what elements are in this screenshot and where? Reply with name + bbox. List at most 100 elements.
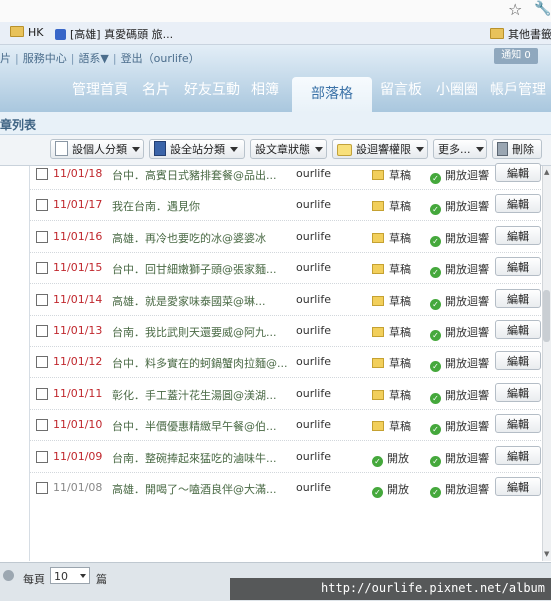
row-checkbox[interactable] <box>36 230 48 243</box>
set-permission-button[interactable]: 設迴響權限 <box>332 139 428 159</box>
comment-permission: ✓ 開放迴響 <box>430 387 489 404</box>
check-circle-icon: ✓ <box>430 455 441 467</box>
chevron-down-icon <box>132 147 140 152</box>
edit-button[interactable]: 編輯 <box>495 225 541 245</box>
row-checkbox[interactable] <box>36 262 48 275</box>
article-date: 11/01/13 <box>53 324 103 337</box>
article-title[interactable]: 台中．料多實在的蚵鍋蟹肉拉麵@... <box>112 355 294 371</box>
article-status: 草稿 <box>372 167 411 183</box>
article-author: ourlife <box>296 386 331 400</box>
nav-friends[interactable]: 好友互動 <box>184 79 240 99</box>
trash-icon <box>497 142 508 156</box>
site-category-button[interactable]: 設全站分類 <box>149 139 245 159</box>
table-row: 11/01/18 台中．高賓日式豬排套餐@品出... ourlife 草稿 ✓ 開放迴響編… <box>30 158 543 190</box>
row-checkbox[interactable] <box>36 450 48 463</box>
scrollbar[interactable] <box>542 166 551 561</box>
row-checkbox[interactable] <box>36 356 48 369</box>
edit-button[interactable]: 編輯 <box>495 320 541 339</box>
row-checkbox[interactable] <box>36 419 48 432</box>
draft-icon <box>372 327 384 337</box>
table-row: 11/01/17 我在台南．遇見你 ourlife 草稿 ✓ 開放迴響 編輯 <box>30 189 543 222</box>
scroll-down-arrow-icon[interactable]: ▼ <box>544 550 549 558</box>
article-title[interactable]: 台南．整碗捧起來猛吃的滷味牛... <box>112 450 294 466</box>
row-checkbox[interactable] <box>36 482 48 494</box>
edit-button[interactable]: 編輯 <box>495 445 541 465</box>
status-label: 草稿 <box>389 388 411 402</box>
edit-button[interactable]: 編輯 <box>495 382 541 402</box>
row-checkbox[interactable] <box>36 168 48 180</box>
article-title[interactable]: 台中．高賓日式豬排套餐@品出... <box>112 167 294 183</box>
button-label: 設迴響權限 <box>356 143 411 156</box>
article-title[interactable]: 我在台南．遇見你 <box>112 198 294 214</box>
bookmark-kaohsiung[interactable]: [高雄] 真愛碼頭 旅... <box>55 26 173 42</box>
status-label: 草稿 <box>389 294 411 308</box>
wrench-icon[interactable]: 🔧 <box>534 1 551 17</box>
check-circle-icon: ✓ <box>430 298 441 310</box>
top-link-logout[interactable]: 登出（ourlife） <box>121 52 200 65</box>
article-title[interactable]: 台中．回甘細嫩獅子頭@張家麵... <box>112 261 294 277</box>
check-circle-icon: ✓ <box>430 487 441 498</box>
article-title[interactable]: 台南．我比武則天還要威@阿九... <box>112 324 294 340</box>
per-page-select[interactable]: 10 <box>50 567 90 584</box>
notification-badge[interactable]: 通知 0 <box>494 48 538 64</box>
status-label: 草稿 <box>389 326 411 339</box>
permission-label: 開放迴響 <box>445 357 489 371</box>
article-date: 11/01/17 <box>53 198 103 212</box>
row-checkbox[interactable] <box>36 293 48 306</box>
article-title[interactable]: 高雄．開喝了～嗑酒良伴@大滿... <box>112 481 294 497</box>
nav-guestbook[interactable]: 留言板 <box>380 79 422 99</box>
nav-blog-active[interactable]: 部落格 <box>292 77 372 113</box>
draft-icon <box>372 264 384 275</box>
article-title[interactable]: 彰化．手工蓋汁花生湯圓@渼湖... <box>112 387 294 403</box>
article-status-button[interactable]: 設文章狀態 <box>250 139 327 159</box>
edit-button[interactable]: 編輯 <box>495 163 541 182</box>
edit-button[interactable]: 編輯 <box>495 257 541 277</box>
table-row: 11/01/12 台中．料多實在的蚵鍋蟹肉拉麵@... ourlife 草稿 ✓ 開放迴響… <box>30 346 543 379</box>
article-title[interactable]: 高雄．再冷也要吃的冰@婆婆冰 <box>112 230 294 246</box>
nav-account[interactable]: 帳戶管理 <box>490 79 546 99</box>
bookmark-star-icon[interactable]: ☆ <box>508 0 522 19</box>
comment-permission: ✓ 開放迴響 <box>430 481 489 498</box>
top-link[interactable]: 片 <box>0 52 11 65</box>
personal-category-button[interactable]: 設個人分類 <box>50 139 144 159</box>
bookmark-other[interactable]: 其他書籤 <box>490 26 551 42</box>
bookmark-hk[interactable]: HK <box>10 26 44 39</box>
nav-album[interactable]: 相簿 <box>251 79 279 99</box>
article-date: 11/01/11 <box>53 386 103 400</box>
comment-permission: ✓ 開放迴響 <box>430 324 489 341</box>
scrollbar-thumb[interactable] <box>543 290 550 342</box>
edit-button[interactable]: 編輯 <box>495 194 541 214</box>
edit-button[interactable]: 編輯 <box>495 288 541 308</box>
article-status: 草稿 <box>372 418 411 434</box>
top-link-language[interactable]: 語系▼ <box>78 52 108 65</box>
article-status: ✓ 開放 <box>372 481 409 498</box>
row-checkbox[interactable] <box>36 199 48 212</box>
article-author: ourlife <box>296 229 331 243</box>
article-title[interactable]: 台中．半價優惠精緻早午餐@伯... <box>112 418 294 434</box>
article-title[interactable]: 高雄．就是愛家味泰國菜@琳... <box>112 293 294 309</box>
delete-button[interactable]: 刪除 <box>492 139 542 159</box>
sub-header: 章列表 <box>0 112 551 135</box>
check-circle-icon: ✓ <box>372 455 383 467</box>
permission-label: 開放迴響 <box>445 483 489 496</box>
rss-icon[interactable] <box>3 570 14 581</box>
edit-button[interactable]: 編輯 <box>495 351 541 371</box>
row-checkbox[interactable] <box>36 387 48 400</box>
message-icon <box>337 144 352 156</box>
top-link-service[interactable]: 服務中心 <box>23 52 67 65</box>
more-button[interactable]: 更多... <box>433 139 487 159</box>
scroll-up-arrow-icon[interactable]: ▲ <box>544 168 549 176</box>
nav-card[interactable]: 名片 <box>142 79 170 99</box>
nav-home[interactable]: 管理首頁 <box>72 79 128 99</box>
bookmark-label: HK <box>28 26 44 39</box>
button-label: 刪除 <box>512 143 534 156</box>
article-author: ourlife <box>296 261 331 275</box>
permission-label: 開放迴響 <box>445 263 489 277</box>
page-icon <box>55 141 68 156</box>
edit-button[interactable]: 編輯 <box>495 477 541 496</box>
row-checkbox[interactable] <box>36 325 48 337</box>
edit-button[interactable]: 編輯 <box>495 414 541 434</box>
draft-icon <box>372 389 384 400</box>
table-row: 11/01/15 台中．回甘細嫩獅子頭@張家麵... ourlife 草稿 ✓ 開放迴響編… <box>30 252 543 285</box>
nav-circle[interactable]: 小圈圈 <box>436 79 478 99</box>
